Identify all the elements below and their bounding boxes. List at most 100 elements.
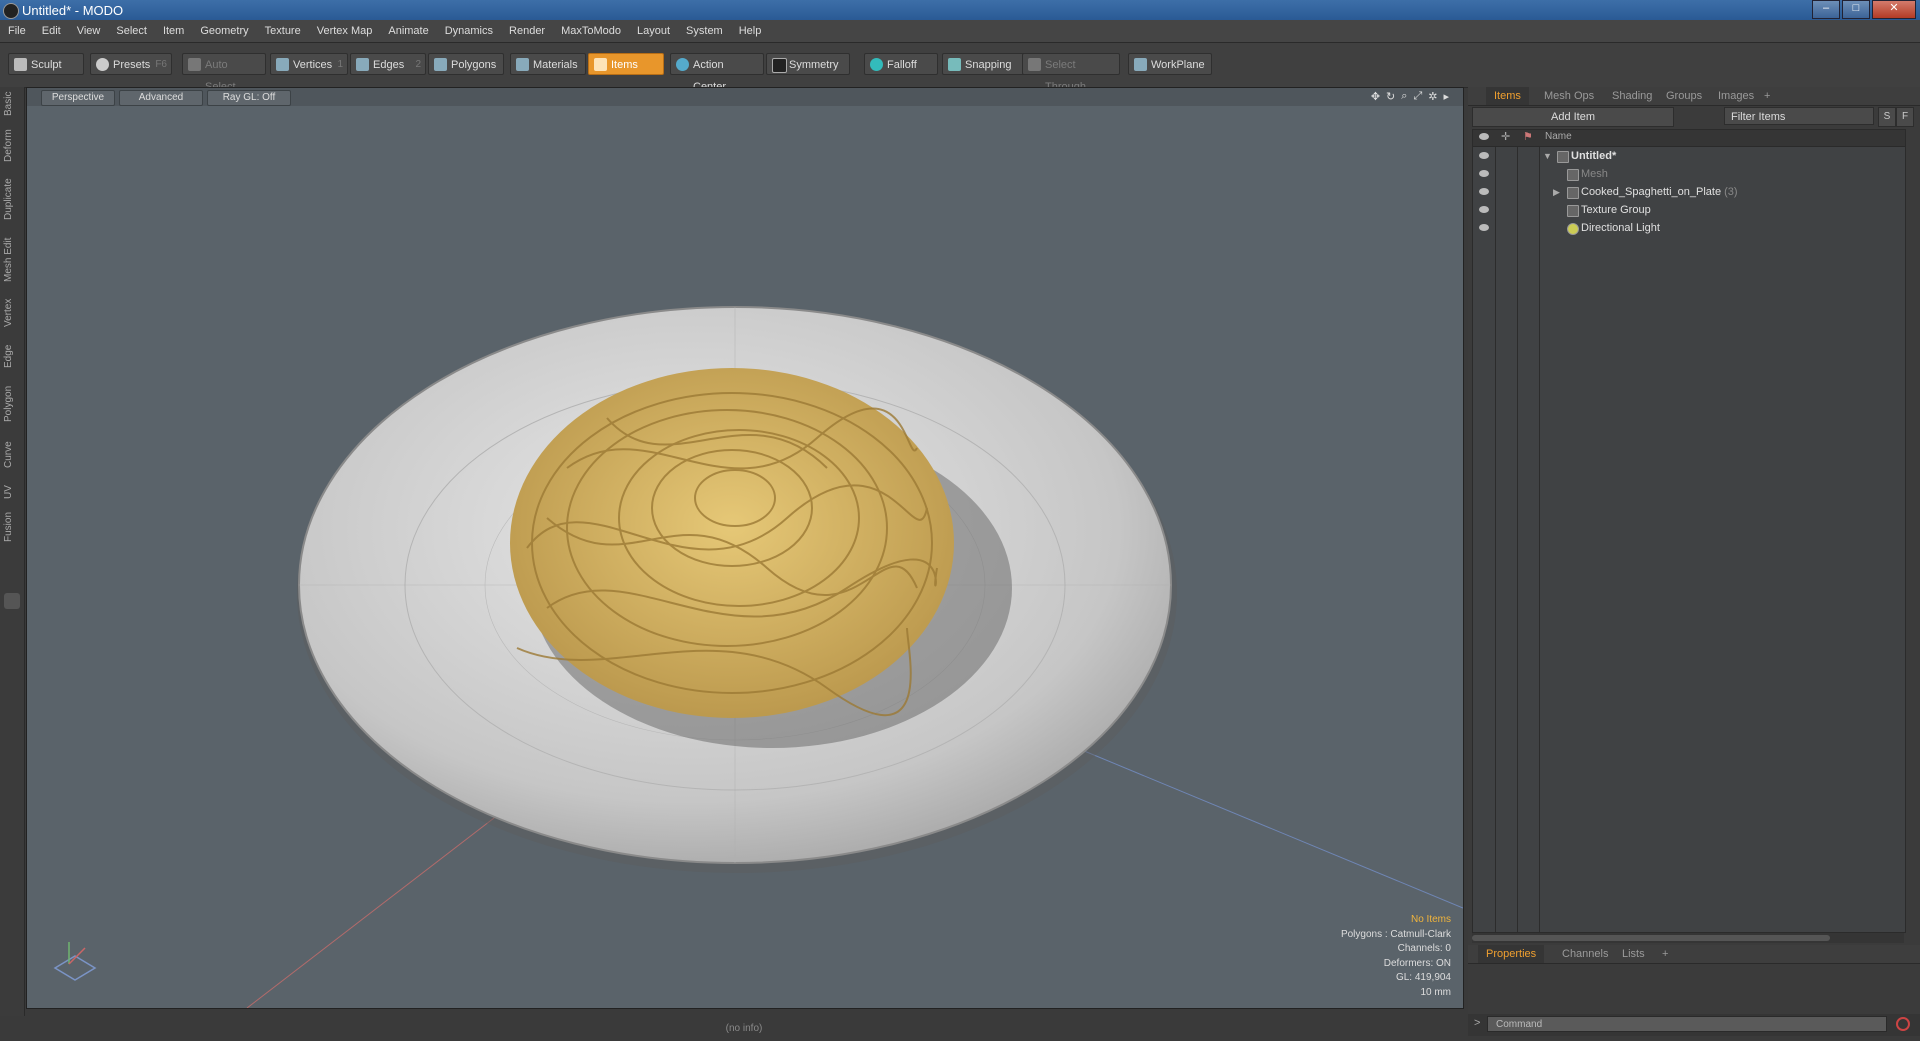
menu-view[interactable]: View <box>69 20 109 42</box>
eye-icon[interactable] <box>1479 206 1489 213</box>
play-arrow-icon[interactable]: ▸ <box>1443 90 1449 103</box>
maximize-button[interactable]: □ <box>1842 0 1870 19</box>
items-button[interactable]: Items <box>588 53 664 75</box>
eye-icon[interactable] <box>1479 224 1489 231</box>
ray-gl-toggle[interactable]: Ray GL: Off <box>207 90 291 106</box>
scene-icon <box>1557 151 1569 163</box>
channels-info: Channels: 0 <box>1397 943 1451 954</box>
f-button[interactable]: F <box>1896 107 1914 127</box>
menu-file[interactable]: File <box>0 20 34 42</box>
s-button[interactable]: S <box>1878 107 1896 127</box>
scroll-thumb[interactable] <box>1472 935 1830 941</box>
vertices-button[interactable]: Vertices 1 <box>270 53 348 75</box>
tab-mesh-ops[interactable]: Mesh Ops <box>1536 87 1602 105</box>
tab-polygon[interactable]: Polygon <box>3 379 21 429</box>
menu-layout[interactable]: Layout <box>629 20 678 42</box>
rotate-icon[interactable]: ↻ <box>1386 90 1395 103</box>
tree-row-scene[interactable]: ▼ Untitled* <box>1473 147 1905 165</box>
select-through-button[interactable]: Select Through <box>1022 53 1120 93</box>
tab-lists[interactable]: Lists <box>1614 945 1653 963</box>
symmetry-icon <box>772 58 787 73</box>
materials-button[interactable]: Materials <box>510 53 586 75</box>
tree-scrollbar[interactable] <box>1472 933 1904 943</box>
eye-icon[interactable] <box>1479 152 1489 159</box>
filter-items-input[interactable]: Filter Items <box>1724 107 1874 125</box>
action-center-button[interactable]: Action Center <box>670 53 764 93</box>
presets-shortcut: F6 <box>155 59 167 70</box>
tab-mesh-edit[interactable]: Mesh Edit <box>3 233 21 287</box>
menu-maxtomodo[interactable]: MaxToModo <box>553 20 629 42</box>
command-input[interactable]: Command <box>1487 1016 1887 1032</box>
items-icon <box>594 58 607 71</box>
add-item-dropdown[interactable]: Add Item <box>1472 107 1674 127</box>
tab-items[interactable]: Items <box>1486 87 1529 105</box>
tab-duplicate[interactable]: Duplicate <box>3 173 21 225</box>
presets-button[interactable]: Presets F6 <box>90 53 172 75</box>
mesh-label: Mesh <box>1581 168 1608 180</box>
shading-dropdown[interactable]: Advanced <box>119 90 203 106</box>
name-column-header[interactable]: Name <box>1545 131 1572 142</box>
gear-icon[interactable]: ✲ <box>1428 90 1437 103</box>
x-axis-line <box>246 807 508 1008</box>
zoom-icon[interactable]: ⌕ <box>1401 90 1407 103</box>
symmetry-button[interactable]: Symmetry <box>766 53 850 75</box>
workplane-button[interactable]: WorkPlane <box>1128 53 1212 75</box>
tab-shading[interactable]: Shading <box>1604 87 1660 105</box>
sculpt-button[interactable]: Sculpt <box>8 53 84 75</box>
falloff-button[interactable]: Falloff <box>864 53 938 75</box>
presets-label: Presets <box>113 59 151 71</box>
view-mode-dropdown[interactable]: Perspective <box>41 90 115 106</box>
left-tool-tabs: Basic Deform Duplicate Mesh Edit Vertex … <box>0 87 25 1020</box>
items-controls: Add Item Filter Items S F <box>1472 107 1914 127</box>
tab-fusion[interactable]: Fusion <box>3 507 21 547</box>
edges-icon <box>356 58 369 71</box>
eye-icon[interactable] <box>1479 170 1489 177</box>
menu-vertex-map[interactable]: Vertex Map <box>309 20 381 42</box>
menu-item[interactable]: Item <box>155 20 192 42</box>
expand-arrow-icon[interactable]: ▶ <box>1553 183 1560 201</box>
brush-icon <box>14 58 27 71</box>
tree-row-directional-light[interactable]: Directional Light <box>1473 219 1905 237</box>
3d-viewport[interactable]: Perspective Advanced Ray GL: Off ✥ ↻ ⌕ ⤢… <box>26 87 1464 1009</box>
menu-animate[interactable]: Animate <box>380 20 436 42</box>
minimize-button[interactable]: – <box>1812 0 1840 19</box>
texture-group-label: Texture Group <box>1581 204 1651 216</box>
add-tab-button[interactable]: + <box>1756 87 1778 105</box>
menu-bar: File Edit View Select Item Geometry Texture Ver… <box>0 20 1920 43</box>
menu-texture[interactable]: Texture <box>257 20 309 42</box>
tree-row-texture-group[interactable]: Texture Group <box>1473 201 1905 219</box>
tab-properties[interactable]: Properties <box>1478 945 1545 963</box>
record-icon[interactable] <box>1896 1017 1910 1031</box>
tab-uv[interactable]: UV <box>3 481 21 503</box>
tab-vertex[interactable]: Vertex <box>3 293 21 333</box>
scene-render <box>53 306 1463 1008</box>
expand-tabs-icon[interactable] <box>4 593 20 609</box>
close-button[interactable]: ✕ <box>1872 0 1916 19</box>
menu-system[interactable]: System <box>678 20 731 42</box>
menu-help[interactable]: Help <box>731 20 770 42</box>
tab-basic[interactable]: Basic <box>3 89 21 119</box>
polygons-button[interactable]: Polygons <box>428 53 504 75</box>
add-properties-tab-button[interactable]: + <box>1654 945 1676 963</box>
auto-select-button[interactable]: Auto Select <box>182 53 266 93</box>
tab-channels[interactable]: Channels <box>1554 945 1616 963</box>
menu-render[interactable]: Render <box>501 20 553 42</box>
pan-icon[interactable]: ✥ <box>1371 90 1380 103</box>
menu-edit[interactable]: Edit <box>34 20 69 42</box>
collapse-arrow-icon[interactable]: ▼ <box>1543 147 1552 165</box>
tab-images[interactable]: Images <box>1710 87 1762 105</box>
menu-select[interactable]: Select <box>108 20 155 42</box>
tab-curve[interactable]: Curve <box>3 435 21 475</box>
fit-icon[interactable]: ⤢ <box>1413 90 1422 103</box>
tab-edge[interactable]: Edge <box>3 339 21 373</box>
eye-icon[interactable] <box>1479 188 1489 195</box>
menu-dynamics[interactable]: Dynamics <box>437 20 501 42</box>
tree-row-mesh[interactable]: Mesh <box>1473 165 1905 183</box>
workplane-label: WorkPlane <box>1151 59 1205 71</box>
menu-geometry[interactable]: Geometry <box>192 20 256 42</box>
tree-row-spaghetti[interactable]: ▶ Cooked_Spaghetti_on_Plate (3) <box>1473 183 1905 201</box>
edges-button[interactable]: Edges 2 <box>350 53 426 75</box>
snapping-button[interactable]: Snapping <box>942 53 1026 75</box>
tab-deform[interactable]: Deform <box>3 125 21 167</box>
tab-groups[interactable]: Groups <box>1658 87 1710 105</box>
